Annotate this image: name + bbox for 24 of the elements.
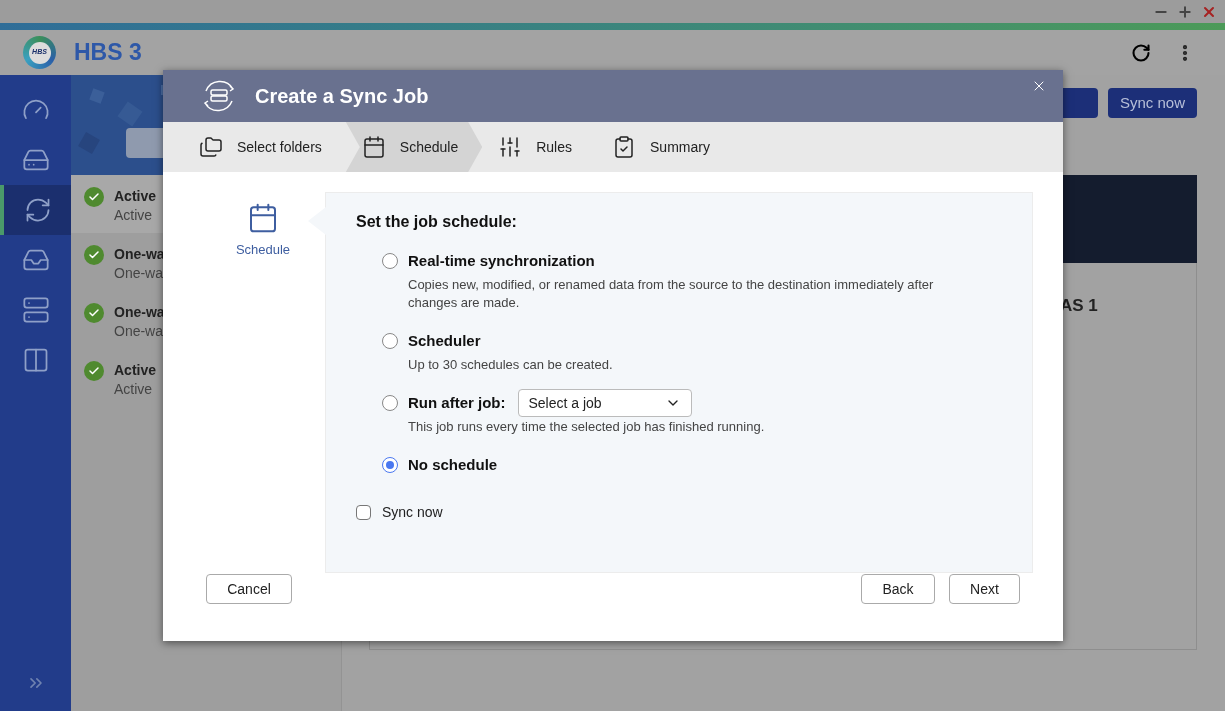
- job-name: Active: [114, 187, 157, 205]
- step-title: Schedule: [235, 241, 291, 259]
- job-detail: One-wa: [114, 322, 165, 341]
- checkbox-label: Sync now: [382, 503, 443, 522]
- option-label: Real-time synchronization: [408, 250, 595, 271]
- section-heading: Set the job schedule:: [356, 212, 518, 232]
- step-label: Select folders: [237, 137, 322, 157]
- job-name: One-wa: [114, 245, 165, 263]
- step-label: Rules: [536, 137, 572, 157]
- option-label: Scheduler: [408, 330, 481, 351]
- option-description: Up to 30 schedules can be created.: [407, 356, 614, 374]
- option-label: No schedule: [408, 454, 498, 475]
- job-detail: One-wa: [114, 264, 165, 283]
- job-detail: Active: [114, 380, 154, 399]
- job-name: Active: [114, 361, 157, 379]
- step-label: Summary: [650, 137, 710, 157]
- job-detail: Active: [114, 206, 154, 225]
- step-label: Schedule: [399, 137, 459, 157]
- job-name: One-wa: [114, 303, 165, 321]
- option-description: Copies new, modified, or renamed data from the source to the destination immediately after changes are made.: [407, 276, 935, 312]
- app-title: HBS 3: [74, 38, 142, 68]
- option-label: Run after job:: [408, 392, 506, 413]
- option-description: This job runs every time the selected job has finished running.: [407, 418, 766, 436]
- dialog-title: Create a Sync Job: [255, 84, 429, 109]
